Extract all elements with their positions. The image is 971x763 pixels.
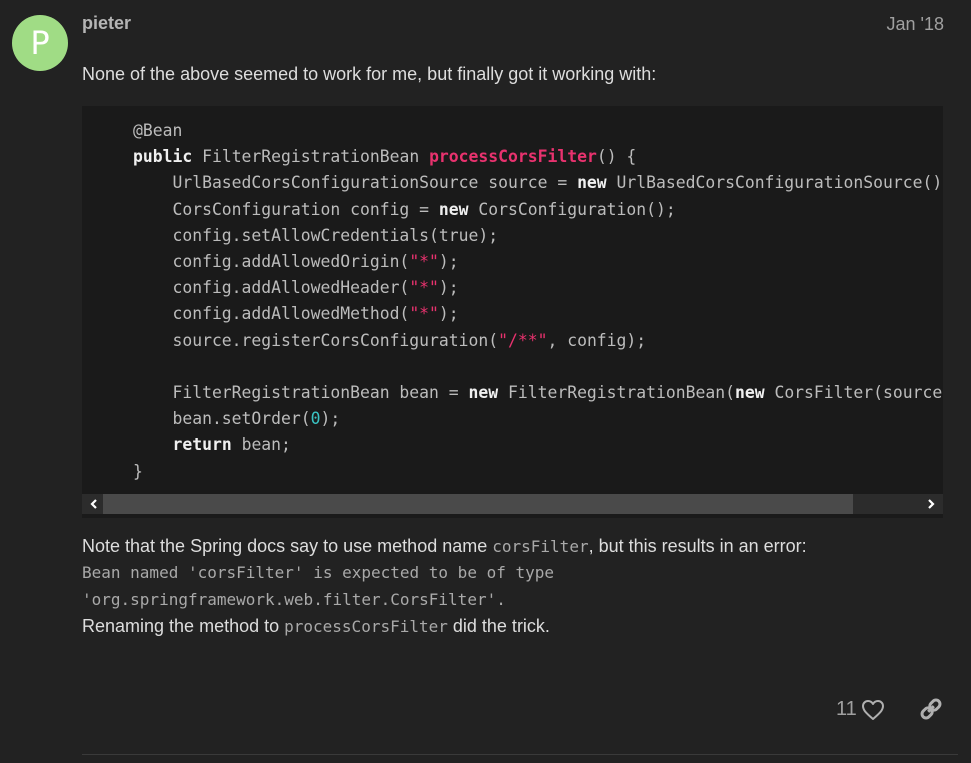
code-content: @Bean public FilterRegistrationBean proc… bbox=[82, 106, 943, 494]
code-text: bean; bbox=[231, 435, 291, 455]
code-text: , config); bbox=[547, 330, 647, 350]
code-keyword: new bbox=[468, 383, 499, 403]
code-text: CorsConfiguration config = bbox=[133, 199, 439, 219]
code-block: @Bean public FilterRegistrationBean proc… bbox=[82, 106, 943, 518]
code-text: config.addAllowedMethod( bbox=[133, 304, 410, 324]
post-intro-text: None of the above seemed to work for me,… bbox=[82, 64, 657, 84]
error-text-line-2: 'org.springframework.web.filter.CorsFilt… bbox=[82, 590, 506, 609]
note-text: , but this results in an error: bbox=[588, 536, 807, 556]
code-keyword: new bbox=[577, 173, 607, 193]
code-number: 0 bbox=[310, 409, 321, 429]
error-text-line-1: Bean named 'corsFilter' is expected to b… bbox=[82, 563, 555, 582]
code-string: "/**" bbox=[498, 330, 548, 350]
code-line: config.setAllowCredentials(true); bbox=[133, 225, 499, 245]
code-text: () { bbox=[596, 147, 637, 167]
code-text: FilterRegistrationBean( bbox=[498, 383, 735, 403]
chevron-right-icon[interactable] bbox=[921, 494, 941, 514]
code-keyword: return bbox=[172, 435, 232, 455]
code-text: CorsConfiguration(); bbox=[468, 199, 676, 219]
code-string: "*" bbox=[409, 278, 439, 298]
code-text: config.addAllowedHeader( bbox=[133, 278, 410, 298]
inline-code: processCorsFilter bbox=[284, 617, 448, 636]
inline-code: corsFilter bbox=[492, 537, 589, 556]
code-text: ); bbox=[438, 278, 459, 298]
heart-icon[interactable] bbox=[861, 699, 885, 721]
code-text: ); bbox=[438, 304, 459, 324]
code-text: CorsFilter(source)); bbox=[774, 383, 943, 403]
code-text: ); bbox=[320, 409, 341, 429]
code-text: FilterRegistrationBean bbox=[192, 147, 430, 167]
code-text: bean.setOrder( bbox=[133, 409, 311, 429]
code-text: FilterRegistrationBean bean = bbox=[133, 383, 469, 403]
code-text: config.addAllowedOrigin( bbox=[133, 252, 410, 272]
like-button[interactable]: 11 bbox=[836, 698, 885, 721]
chevron-left-icon[interactable] bbox=[84, 494, 104, 514]
avatar[interactable]: P bbox=[12, 15, 68, 71]
note-paragraph: Note that the Spring docs say to use met… bbox=[82, 533, 807, 560]
code-keyword: new bbox=[438, 199, 469, 219]
post-divider bbox=[82, 754, 958, 755]
scrollbar-thumb[interactable] bbox=[103, 494, 853, 514]
rename-text: did the trick. bbox=[447, 616, 550, 636]
code-text: source.registerCorsConfiguration( bbox=[133, 330, 499, 350]
link-icon[interactable] bbox=[918, 696, 944, 722]
like-count[interactable]: 11 bbox=[836, 698, 857, 721]
post-date[interactable]: Jan '18 bbox=[887, 14, 944, 35]
author-name[interactable]: pieter bbox=[82, 13, 131, 34]
code-keyword: new bbox=[734, 383, 765, 403]
rename-text: Renaming the method to bbox=[82, 616, 285, 636]
rename-paragraph: Renaming the method to processCorsFilter… bbox=[82, 613, 550, 640]
avatar-letter: P bbox=[30, 24, 50, 62]
horizontal-scrollbar[interactable] bbox=[82, 494, 943, 514]
code-keyword: public bbox=[133, 147, 193, 167]
code-text: UrlBasedCorsConfigurationSource(); bbox=[606, 173, 943, 193]
code-string: "*" bbox=[409, 252, 439, 272]
code-line: @Bean bbox=[133, 121, 183, 140]
code-string: "*" bbox=[409, 304, 439, 324]
code-line: } bbox=[133, 461, 143, 481]
code-text: ); bbox=[438, 252, 459, 272]
note-text: Note that the Spring docs say to use met… bbox=[82, 536, 493, 556]
code-method-name: processCorsFilter bbox=[429, 147, 597, 167]
code-text: UrlBasedCorsConfigurationSource source = bbox=[133, 173, 578, 193]
